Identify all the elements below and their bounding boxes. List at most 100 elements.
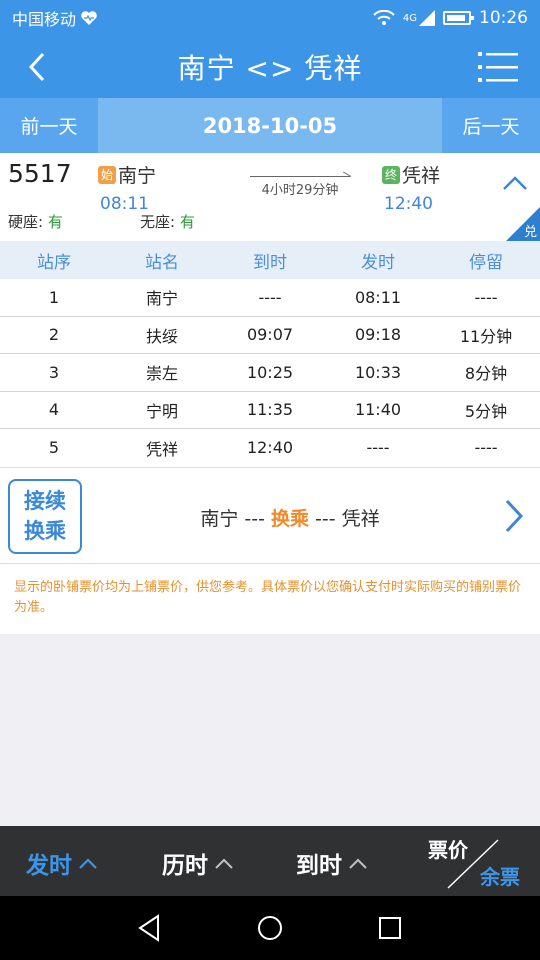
page-title: 南宁 <> 凭祥 — [177, 52, 363, 85]
current-date[interactable]: 2018-10-05 — [98, 114, 442, 138]
chevron-up-icon — [79, 858, 97, 869]
table-cell: 凭祥 — [145, 439, 178, 459]
menu-button[interactable] — [478, 50, 518, 84]
col-header: 站名 — [145, 252, 179, 273]
seat-standing: 无座: 有 — [140, 211, 272, 232]
seat-status: 有 — [179, 213, 195, 231]
table-row: 3 崇左 10:25 10:33 8分钟 — [0, 354, 540, 392]
table-cell: 11分钟 — [459, 326, 513, 346]
table-row: 2 扶绥 09:07 09:18 11分钟 — [0, 317, 540, 354]
table-cell: 11:40 — [354, 400, 402, 420]
table-cell: 3 — [48, 362, 60, 382]
arrow-right-icon — [250, 167, 350, 177]
arrival-station: 凭祥 — [402, 165, 441, 187]
table-cell: 5分钟 — [464, 401, 508, 421]
transfer-route: 南宁 --- 换乘 --- 凭祥 — [100, 504, 480, 531]
table-row: 1 南宁 ---- 08:11 ---- — [0, 279, 540, 317]
table-cell: 12:40 — [246, 438, 294, 458]
stops-table: 站序 站名 到时 发时 停留 1 南宁 ---- 08:11 ---- 2 扶绥… — [0, 241, 540, 467]
transfer-to: 凭祥 — [341, 508, 380, 530]
carrier-name: 中国移动 — [12, 10, 77, 29]
tab-label: 到时 — [296, 853, 342, 879]
collapse-button[interactable] — [500, 169, 530, 199]
seat-status: 有 — [47, 213, 63, 231]
nav-back-button[interactable] — [132, 910, 168, 946]
train-number: 5517 — [8, 159, 72, 188]
transfer-open-button[interactable] — [502, 498, 526, 534]
table-cell: 崇左 — [145, 364, 178, 384]
chevron-right-icon — [505, 499, 524, 533]
wifi-icon — [373, 10, 395, 25]
table-cell: 11:35 — [246, 400, 294, 420]
col-header: 站序 — [37, 252, 71, 273]
triangle-back-icon — [138, 914, 159, 942]
arrival-time: 12:40 — [384, 194, 433, 214]
status-right: 4G 10:26 — [373, 8, 528, 28]
table-cell: 宁明 — [145, 401, 178, 421]
network-type: 4G — [402, 12, 417, 24]
table-cell: 南宁 — [145, 289, 178, 309]
table-cell: 10:33 — [354, 362, 402, 382]
table-cell: 扶绥 — [145, 326, 178, 346]
table-cell: 8分钟 — [464, 364, 508, 384]
chevron-up-icon — [215, 858, 233, 869]
seat-label: 无座: — [140, 213, 176, 231]
badge-line: 换乘 — [24, 519, 66, 543]
prev-day-button[interactable]: 前一天 — [0, 98, 98, 153]
transfer-from: 南宁 — [200, 508, 239, 530]
price-remaining-toggle[interactable]: 票价 余票 — [428, 834, 524, 890]
table-cell: 08:11 — [354, 287, 402, 307]
arrival-station-block: 终 凭祥 12:40 — [382, 161, 440, 214]
corner-badge-text: 兑 — [523, 225, 537, 240]
date-bar: 前一天 2018-10-05 后一天 — [0, 98, 540, 153]
app-header: 南宁 <> 凭祥 — [0, 36, 540, 98]
col-header: 发时 — [361, 252, 395, 273]
transfer-section[interactable]: 接续 换乘 南宁 --- 换乘 --- 凭祥 — [0, 467, 540, 564]
table-cell: 09:18 — [354, 325, 402, 345]
chevron-up-icon — [503, 176, 527, 190]
departure-station-block: 始 南宁 08:11 — [98, 161, 156, 214]
sort-duration-tab[interactable]: 历时 — [162, 846, 234, 880]
seat-availability: 硬座: 有 无座: 有 — [8, 211, 272, 232]
table-cell: 2 — [48, 325, 60, 345]
table-cell: ---- — [474, 438, 498, 458]
start-tag: 始 — [98, 165, 116, 184]
duration-text: 4小时29分钟 — [261, 183, 339, 198]
carrier: 中国移动 — [12, 6, 98, 30]
nav-home-button[interactable] — [252, 910, 288, 946]
tab-label: 发时 — [26, 853, 72, 879]
seat-hard: 硬座: 有 — [8, 211, 140, 232]
status-bar: 中国移动 4G 10:26 — [0, 0, 540, 36]
table-cell: ---- — [474, 287, 498, 307]
transfer-badge: 接续 换乘 — [8, 479, 82, 554]
train-card[interactable]: 5517 始 南宁 08:11 4小时29分钟 终 凭祥 12:40 硬座: 有… — [0, 153, 540, 241]
route-separator: --- — [309, 508, 342, 530]
nav-recents-button[interactable] — [372, 910, 408, 946]
price-notice: 显示的卧铺票价均为上铺票价，供您参考。具体票价以您确认支付时实际购买的铺别票价为… — [0, 564, 540, 634]
badge-line: 接续 — [24, 489, 66, 513]
table-cell: 5 — [48, 438, 60, 458]
next-day-button[interactable]: 后一天 — [442, 98, 540, 153]
chevron-left-icon — [28, 52, 45, 82]
back-button[interactable] — [20, 50, 54, 84]
battery-icon — [443, 11, 474, 25]
end-tag: 终 — [382, 165, 400, 184]
table-header: 站序 站名 到时 发时 停留 — [0, 241, 540, 279]
remaining-label: 余票 — [480, 865, 520, 889]
sort-depart-tab[interactable]: 发时 — [26, 846, 98, 880]
chevron-up-icon — [349, 858, 367, 869]
sort-arrive-tab[interactable]: 到时 — [296, 846, 368, 880]
menu-icon — [478, 52, 518, 82]
table-cell: 09:07 — [246, 325, 294, 345]
col-header: 到时 — [253, 252, 287, 273]
table-cell: 1 — [48, 287, 60, 307]
sort-tabs: 发时 历时 到时 票价 余票 — [0, 826, 540, 896]
table-cell: 4 — [48, 400, 60, 420]
table-cell: 10:25 — [246, 362, 294, 382]
signal-icon — [419, 10, 435, 26]
trip-duration: 4小时29分钟 — [250, 167, 350, 198]
table-row: 5 凭祥 12:40 ---- ---- — [0, 429, 540, 467]
table-row: 4 宁明 11:35 11:40 5分钟 — [0, 392, 540, 429]
circle-home-icon — [258, 916, 282, 940]
heart-icon — [81, 11, 97, 25]
